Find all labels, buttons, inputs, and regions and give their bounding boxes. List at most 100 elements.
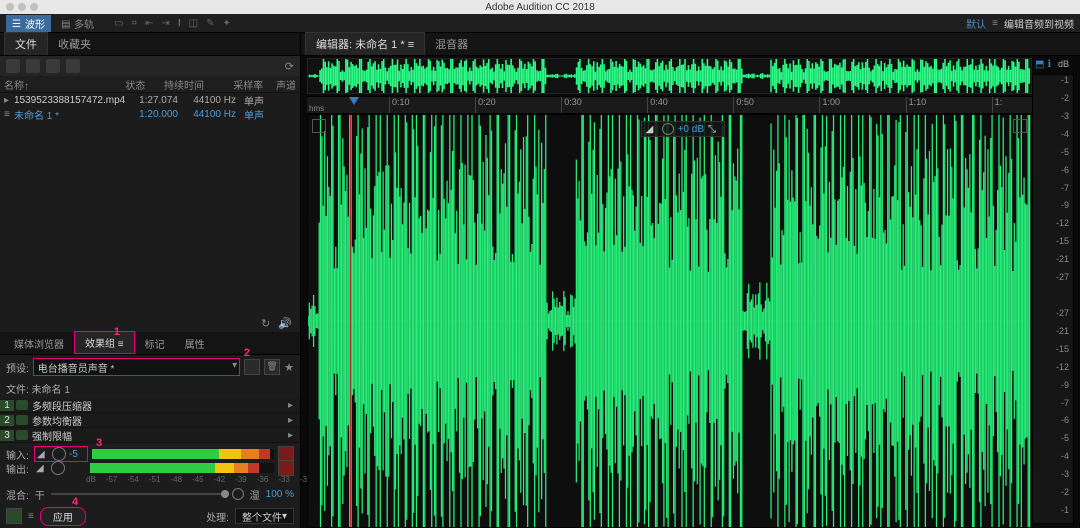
meter-icon: ◢ [37, 449, 49, 459]
input-meter [92, 449, 274, 459]
io-meters: 输入: ◢ -5 3 输出: [0, 443, 300, 484]
apply-button[interactable]: 应用 [40, 507, 86, 526]
chevron-right-icon[interactable]: ▸ [288, 400, 300, 411]
preset-label: 预设: [6, 360, 29, 375]
favorite-icon[interactable]: ★ [284, 361, 294, 374]
power-icon[interactable] [16, 400, 28, 410]
workspace-name[interactable]: 编辑音频到视频 [1004, 16, 1074, 31]
file-row[interactable]: ≡ 未命名 1 * 1:20.000 44100 Hz 单声 [0, 107, 300, 121]
effect-row[interactable]: 2参数均衡器▸ [0, 413, 300, 428]
process-scope-select[interactable]: 整个文件 ▾ [235, 508, 294, 524]
col-status[interactable]: 状态 [121, 77, 156, 92]
toolbar-icon[interactable]: ▭ [114, 18, 123, 29]
playhead-icon[interactable] [349, 97, 359, 105]
apply-row: ≡ 应用 处理: 整个文件 ▾ 4 [0, 504, 300, 528]
toolbar-icon[interactable]: ✦ [223, 18, 231, 29]
waveform-editor[interactable]: ◢ +0 dB ⤡ [307, 114, 1032, 528]
preset-select[interactable]: 电台播音员声音 * ▾ [33, 358, 240, 376]
clock-icon[interactable] [52, 447, 66, 461]
axis-icon[interactable]: ℹ [1047, 59, 1051, 70]
power-toggle[interactable] [6, 508, 22, 524]
clock-icon[interactable] [662, 123, 674, 135]
tab-files[interactable]: 文件 [4, 32, 48, 55]
view-waveform-button[interactable]: ☰波形 [6, 15, 51, 32]
meter-icon: ◢ [646, 124, 658, 134]
toolbar-icon[interactable]: ◫ [189, 18, 198, 29]
toolbar-icon[interactable]: ✎ [206, 18, 214, 29]
output-meter [90, 463, 274, 473]
tab-properties[interactable]: 属性 [175, 333, 215, 354]
toolbar-icon[interactable]: ⌗ [131, 18, 137, 29]
toolbar-icon[interactable]: ⇤ [145, 18, 153, 29]
meter-icon: ◢ [36, 463, 48, 473]
chevron-right-icon[interactable]: ▸ [288, 430, 300, 441]
preset-row: 预设: 电台播音员声音 * ▾ 🗑 ★ 2 [0, 355, 300, 379]
top-toolbar: ☰波形 ▤多轨 ▭ ⌗ ⇤ ⇥ I ◫ ✎ ✦ 默认 ≡ 编辑音频到视频 [0, 14, 1080, 33]
editor-tabs: 编辑器: 未命名 1 * ≡ 混音器 [301, 33, 1080, 56]
window-controls[interactable] [6, 3, 38, 11]
col-name[interactable]: 名称↑ [0, 77, 121, 92]
toolbar-icon[interactable]: I [178, 18, 181, 29]
axis-icon[interactable]: ⬒ [1035, 59, 1044, 70]
window-titlebar: Adobe Audition CC 2018 [0, 0, 1080, 14]
list-icon[interactable]: ≡ [28, 511, 34, 522]
file-list: ▸ 1539523388157472.mp4 1:27.074 44100 Hz… [0, 93, 300, 293]
clock-icon[interactable] [51, 461, 65, 475]
pin-icon[interactable]: ⤡ [708, 124, 720, 134]
app-title: Adobe Audition CC 2018 [485, 2, 595, 13]
chevron-right-icon[interactable]: ▸ [288, 415, 300, 426]
mix-slider[interactable] [51, 493, 226, 495]
power-icon[interactable] [16, 415, 28, 425]
col-rate[interactable]: 采样率 [208, 77, 267, 92]
view-multitrack-button[interactable]: ▤多轨 [55, 15, 100, 32]
time-ruler[interactable]: hms 0:100:200:300:400:501:001:101: [307, 96, 1032, 114]
effects-list: 1多频段压缩器▸ 2参数均衡器▸ 3强制限幅▸ [0, 398, 300, 443]
folder-icon[interactable] [46, 59, 60, 73]
effect-row[interactable]: 3强制限幅▸ [0, 428, 300, 443]
multitrack-icon: ▤ [61, 19, 71, 27]
left-lower-tabs: 媒体浏览器 效果组 ≡ 标记 属性 1 [0, 332, 300, 355]
col-channels[interactable]: 声道 [267, 77, 300, 92]
files-toolbar: ⟳ [0, 56, 300, 76]
tab-media-browser[interactable]: 媒体浏览器 [4, 333, 74, 354]
mix-row: 混合: 干 湿 100 % [0, 484, 300, 504]
tab-favorites[interactable]: 收藏夹 [48, 33, 101, 55]
speaker-icon[interactable]: 🔊 [278, 317, 292, 330]
save-preset-button[interactable] [244, 359, 260, 375]
open-file-icon[interactable] [26, 59, 40, 73]
file-type-icon: ▸ [4, 95, 14, 106]
new-file-icon[interactable] [6, 59, 20, 73]
loop-icon[interactable]: ↻ [261, 317, 270, 330]
refresh-icon[interactable]: ⟳ [285, 60, 294, 73]
gain-hud[interactable]: ◢ +0 dB ⤡ [641, 121, 725, 137]
more-icon[interactable] [66, 59, 80, 73]
file-columns: 名称↑ 状态 持续时间 采样率 声道 [0, 76, 300, 93]
file-row[interactable]: ▸ 1539523388157472.mp4 1:27.074 44100 Hz… [0, 93, 300, 107]
output-meter-row: 输出: ◢ [6, 461, 294, 475]
db-scale: dB-57-54-51-48-45-42-39-36-33-30-27-24-2… [6, 475, 294, 484]
tab-editor[interactable]: 编辑器: 未命名 1 * ≡ [305, 32, 425, 55]
input-meter-row: 输入: ◢ -5 3 [6, 447, 294, 461]
db-axis: ⬒ℹ dB -1-2-3-4-5-6-7-9-12-15-21-27-27-21… [1032, 74, 1074, 524]
audio-file-icon: ≡ [4, 109, 14, 120]
zoom-corner-icon[interactable] [1013, 119, 1027, 133]
waveform-icon: ☰ [12, 19, 22, 27]
chevron-down-icon: ▾ [232, 360, 237, 371]
tab-mixer[interactable]: 混音器 [425, 33, 478, 55]
clock-icon[interactable] [232, 488, 244, 500]
left-upper-tabs: 文件 收藏夹 [0, 33, 300, 56]
col-duration[interactable]: 持续时间 [156, 77, 208, 92]
workspace-menu-icon[interactable]: ≡ [992, 18, 998, 29]
file-label: 文件: 未命名 1 [0, 379, 300, 398]
effect-row[interactable]: 1多频段压缩器▸ [0, 398, 300, 413]
tab-effects-rack[interactable]: 效果组 ≡ [74, 331, 135, 354]
clip-indicator[interactable] [278, 460, 294, 476]
zoom-corner-icon[interactable] [312, 119, 326, 133]
toolbar-icon[interactable]: ⇥ [161, 18, 169, 29]
waveform-overview[interactable] [307, 58, 1032, 94]
power-icon[interactable] [16, 430, 28, 440]
tab-markers[interactable]: 标记 [135, 333, 175, 354]
playhead-line [350, 115, 351, 527]
workspace-default[interactable]: 默认 [966, 16, 986, 31]
delete-preset-button[interactable]: 🗑 [264, 359, 280, 375]
